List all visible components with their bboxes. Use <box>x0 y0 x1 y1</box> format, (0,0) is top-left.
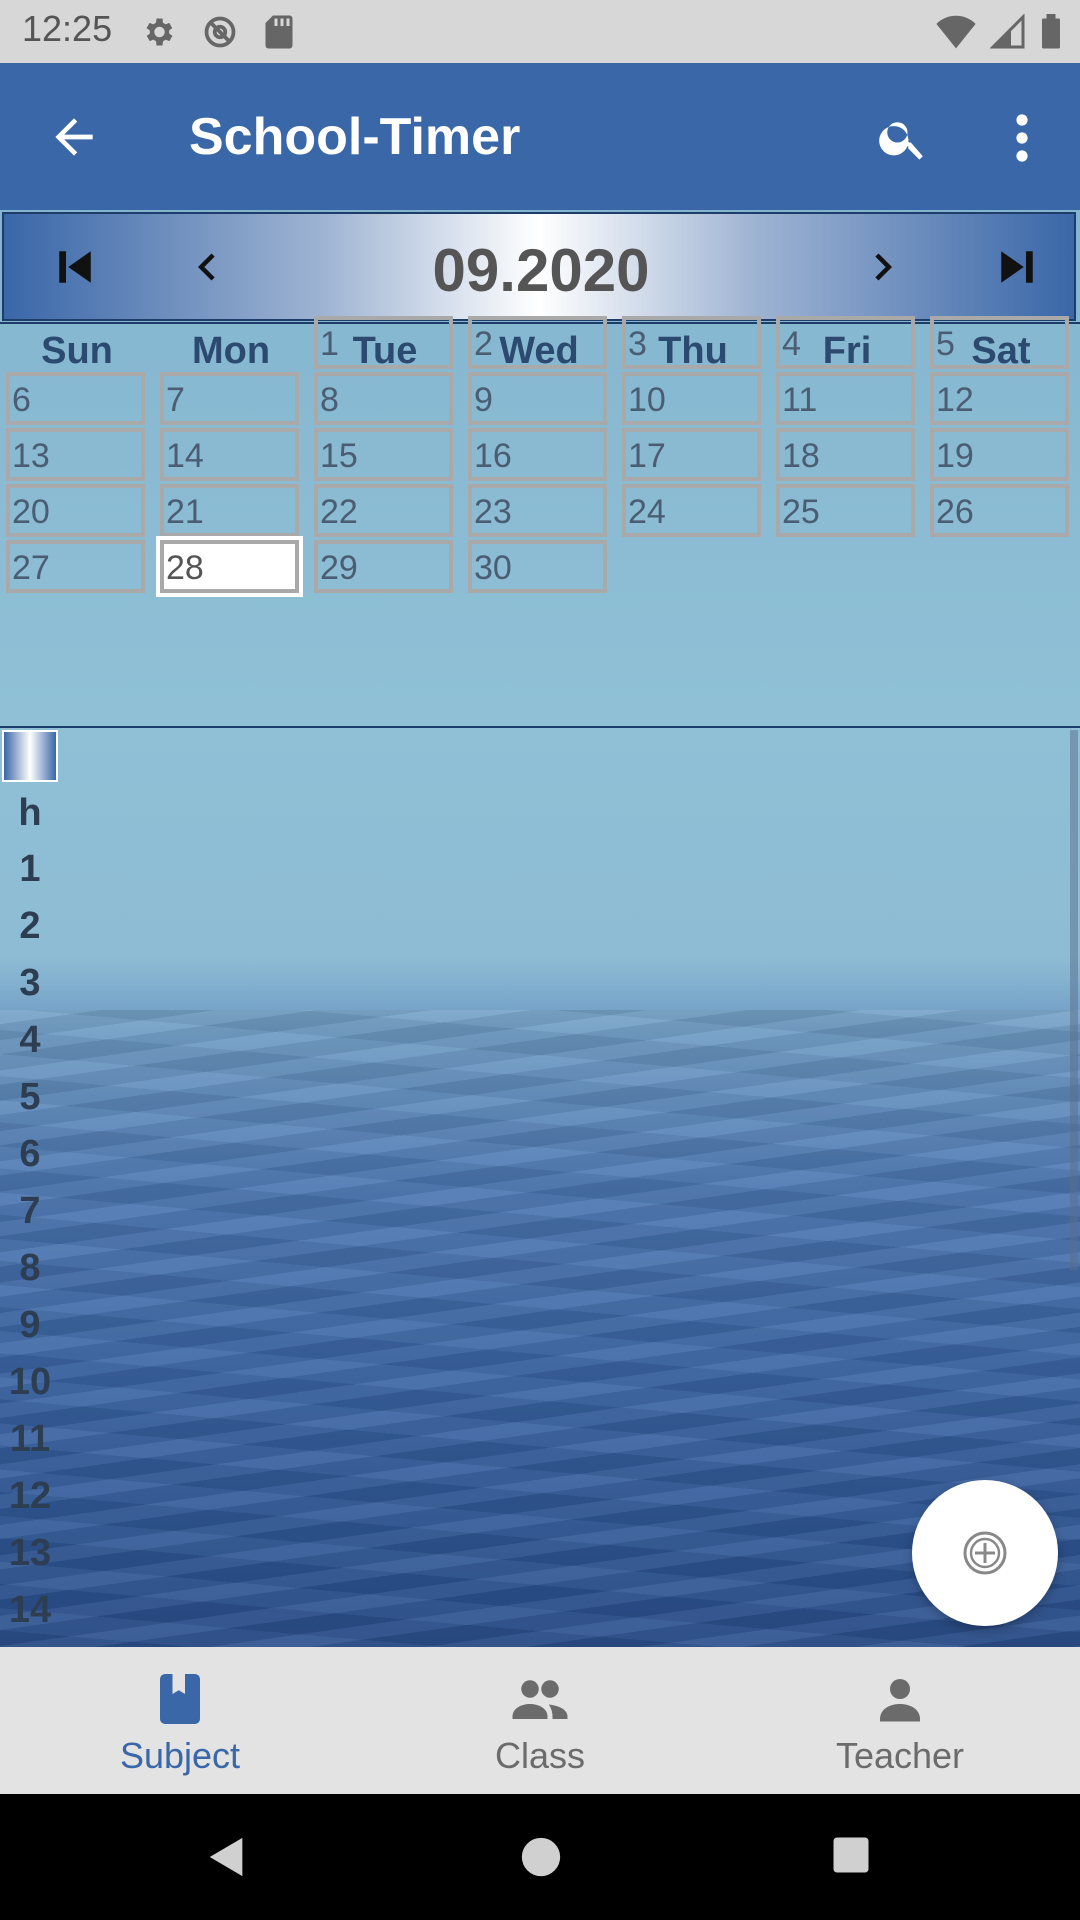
calendar-day[interactable]: 1 <box>314 316 453 369</box>
hour-label: 9 <box>19 1304 41 1346</box>
calendar-day[interactable]: 4 <box>776 316 915 369</box>
calendar-day[interactable]: 13 <box>6 428 145 481</box>
wifi-icon <box>936 15 976 49</box>
add-button[interactable] <box>912 1480 1058 1626</box>
hour-label: 7 <box>19 1190 41 1232</box>
hour-label: 3 <box>19 962 41 1004</box>
calendar-day[interactable]: 7 <box>160 372 299 425</box>
nav-recents-icon[interactable] <box>830 1834 872 1876</box>
calendar-day[interactable]: 16 <box>468 428 607 481</box>
weekday-sun: Sun <box>41 330 113 372</box>
main-content: 09.2020 Sun Mon Tue Wed Thu Fri Sat 1234… <box>0 210 1080 1647</box>
calendar-day-selected[interactable]: 28 <box>160 540 299 593</box>
calendar-day[interactable]: 20 <box>6 484 145 537</box>
calendar-day[interactable]: 14 <box>160 428 299 481</box>
status-bar: 12:25 <box>0 0 1080 63</box>
calendar-day[interactable]: 29 <box>314 540 453 593</box>
hour-label: 12 <box>8 1475 52 1517</box>
hour-label: 5 <box>19 1076 41 1118</box>
tab-label: Subject <box>119 1735 241 1776</box>
tab-class[interactable]: Class <box>360 1647 720 1794</box>
calendar-day[interactable]: 3 <box>622 316 761 369</box>
calendar-day[interactable]: 22 <box>314 484 453 537</box>
calendar-day[interactable]: 5 <box>930 316 1069 369</box>
calendar-day[interactable]: 23 <box>468 484 607 537</box>
last-page-icon[interactable] <box>990 240 1044 294</box>
hour-label: 8 <box>19 1247 41 1289</box>
nav-back-icon[interactable] <box>204 1834 250 1880</box>
status-system-icons <box>936 12 1062 52</box>
chevron-right-icon[interactable] <box>856 240 910 294</box>
cell-signal-icon <box>990 14 1025 49</box>
settings-icon <box>146 18 173 46</box>
month-label: 09.2020 <box>432 237 650 304</box>
color-swatch[interactable] <box>2 730 58 782</box>
person-icon <box>880 1679 920 1722</box>
hour-label: 2 <box>19 905 41 947</box>
calendar-day[interactable]: 24 <box>622 484 761 537</box>
hour-label: 1 <box>19 848 41 890</box>
status-notification-icons <box>140 12 294 52</box>
search-icon[interactable] <box>876 111 930 165</box>
calendar-day[interactable]: 19 <box>930 428 1069 481</box>
calendar-day[interactable]: 17 <box>622 428 761 481</box>
calendar-day[interactable]: 18 <box>776 428 915 481</box>
month-navigator: 09.2020 <box>2 212 1076 321</box>
calendar-day[interactable]: 12 <box>930 372 1069 425</box>
status-time: 12:25 <box>22 8 113 49</box>
add-circle-icon <box>963 1531 1007 1575</box>
hour-label: 4 <box>19 1019 41 1061</box>
more-vert-icon[interactable] <box>1004 111 1040 165</box>
calendar-day[interactable]: 15 <box>314 428 453 481</box>
scrollbar[interactable] <box>1070 730 1078 1270</box>
calendar-day[interactable]: 6 <box>6 372 145 425</box>
hour-header: h <box>18 792 42 834</box>
sd-card-icon <box>265 15 293 49</box>
bottom-navigation: Subject Class Teacher <box>0 1647 1080 1794</box>
system-nav-bar <box>0 1794 1080 1920</box>
tab-teacher[interactable]: Teacher <box>720 1647 1080 1794</box>
calendar-day[interactable]: 25 <box>776 484 915 537</box>
calendar-day[interactable]: 10 <box>622 372 761 425</box>
calendar-day[interactable]: 27 <box>6 540 145 593</box>
calendar-day[interactable]: 21 <box>160 484 299 537</box>
hour-label: 6 <box>19 1133 41 1175</box>
hour-label: 10 <box>8 1361 52 1403</box>
app-title: School-Timer <box>189 108 521 166</box>
hour-label: 13 <box>8 1532 52 1574</box>
group-icon <box>512 1680 568 1719</box>
nav-home-icon[interactable] <box>518 1834 564 1880</box>
hour-label: 11 <box>9 1418 51 1460</box>
battery-icon <box>1042 14 1060 49</box>
calendar-day[interactable]: 26 <box>930 484 1069 537</box>
calendar-day[interactable]: 8 <box>314 372 453 425</box>
back-arrow-icon[interactable] <box>46 109 102 165</box>
calendar-day[interactable]: 11 <box>776 372 915 425</box>
calendar-day[interactable]: 9 <box>468 372 607 425</box>
app-bar: School-Timer <box>0 63 1080 210</box>
hour-label: 14 <box>8 1589 52 1631</box>
sync-icon <box>204 16 236 48</box>
divider <box>0 726 1080 728</box>
book-icon <box>160 1674 200 1724</box>
calendar-day[interactable]: 2 <box>468 316 607 369</box>
calendar-day[interactable]: 30 <box>468 540 607 593</box>
tab-subject[interactable]: Subject <box>0 1647 360 1794</box>
tab-label: Class <box>494 1735 586 1776</box>
weekday-mon: Mon <box>191 330 271 372</box>
tab-label: Teacher <box>835 1735 965 1776</box>
